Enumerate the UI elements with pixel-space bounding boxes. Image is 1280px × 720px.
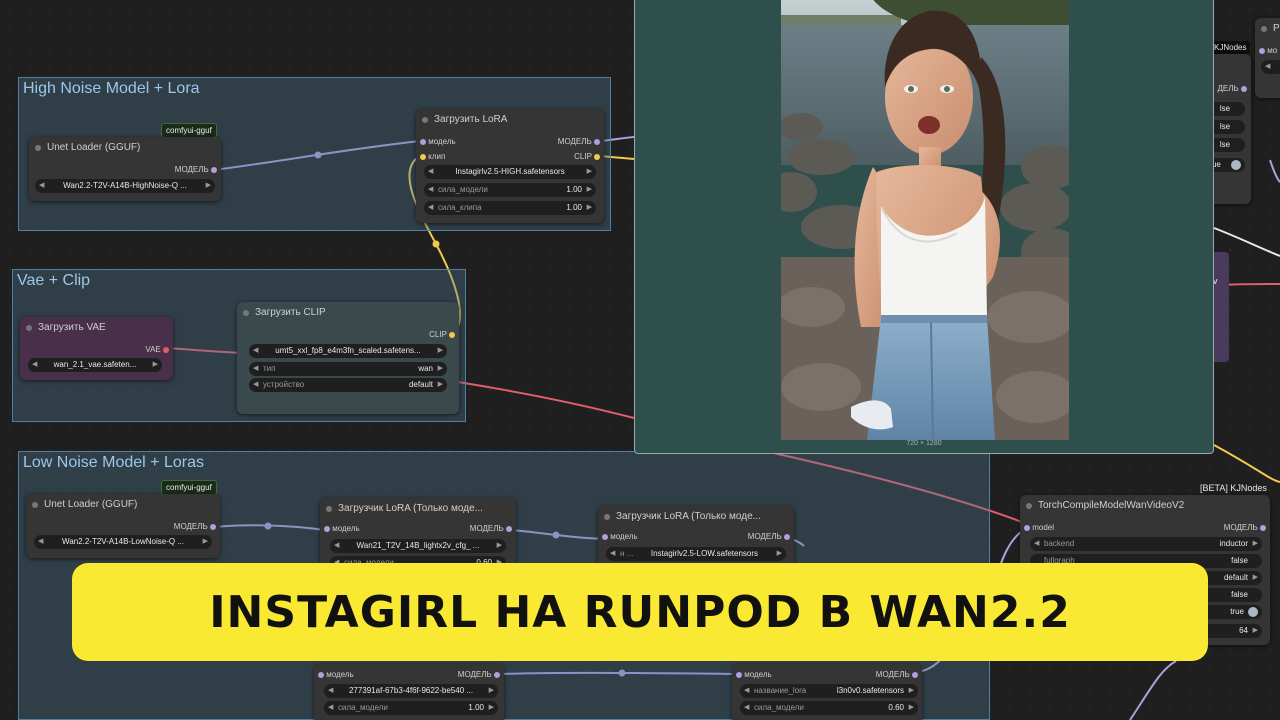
input-slot-model[interactable]: модель <box>602 532 638 541</box>
input-slot-model[interactable]: модель <box>420 137 456 146</box>
wire-clip-out-right <box>457 381 635 419</box>
lora-name-combo[interactable]: ◀ н ... Instagirlv2.5-LOW.safetensors ▶ <box>606 547 786 561</box>
node-title: Unet Loader (GGUF) <box>29 137 221 159</box>
node-title: Загрузчик LoRA (Только моде... <box>598 506 794 528</box>
unet-name-combo[interactable]: ◀ Wan2.2-T2V-A14B-HighNoise-Q ... ▶ <box>35 179 215 193</box>
node-title: P <box>1255 18 1280 40</box>
strength-clip-input[interactable]: ◀ сила_клипа 1.00 ▶ <box>424 201 596 215</box>
unet-loader-low-node[interactable]: Unet Loader (GGUF) МОДЕЛЬ ◀ Wan2.2-T2V-A1… <box>26 494 220 558</box>
output-slot-model[interactable]: МОДЕЛЬ <box>174 522 216 531</box>
node-title: Загрузить CLIP <box>237 302 459 324</box>
node-title: Загрузить VAE <box>20 317 173 339</box>
collapse-dot-icon[interactable] <box>326 506 332 512</box>
node-badge: comfyui-gguf <box>161 480 217 495</box>
load-lora-high-node[interactable]: Загрузить LoRA модель МОДЕЛЬ клип CLIP ◀… <box>416 109 604 223</box>
group-title: Low Noise Model + Loras <box>23 454 204 471</box>
lora-name-combo[interactable]: ◀ Wan21_T2V_14B_lightx2v_cfg_ ... ▶ <box>330 539 506 553</box>
load-vae-node[interactable]: Загрузить VAE VAE ◀ wan_2.1_vae.safeten..… <box>20 317 173 380</box>
wire-right-pink <box>1219 283 1280 286</box>
output-slot-model[interactable]: МОДЕЛЬ <box>175 165 217 174</box>
input-slot-model[interactable]: модель <box>318 670 354 679</box>
lora-name-combo[interactable]: ◀ Instagirlv2.5-HIGH.safetensors ▶ <box>424 165 596 179</box>
partial-combo[interactable]: ◀ <box>1261 60 1280 74</box>
banner-text: INSTAGIRL НА RUNPOD В WAN2.2 <box>209 586 1071 638</box>
collapse-dot-icon[interactable] <box>1026 503 1032 509</box>
collapse-dot-icon[interactable] <box>32 502 38 508</box>
output-slot-model[interactable]: МОДЕЛЬ <box>558 137 600 146</box>
clip-type-combo[interactable]: ◀ тип wan ▶ <box>249 362 447 376</box>
wire-right-purple <box>1269 159 1280 183</box>
lora-name-combo[interactable]: ◀ 277391af-67b3-4f6f-9622-be540 ... ▶ <box>324 684 498 698</box>
collapse-dot-icon[interactable] <box>26 325 32 331</box>
collapse-dot-icon[interactable] <box>604 514 610 520</box>
output-slot-model[interactable]: ДЕЛЬ <box>1218 84 1247 93</box>
clip-name-combo[interactable]: ◀ umt5_xxl_fp8_e4m3fn_scaled.safetens... ▶ <box>249 344 447 358</box>
load-clip-node[interactable]: Загрузить CLIP CLIP ◀ umt5_xxl_fp8_e4m3fn… <box>237 302 459 414</box>
title-banner: INSTAGIRL НА RUNPOD В WAN2.2 <box>72 563 1208 661</box>
input-slot-model[interactable]: модель <box>736 670 772 679</box>
node-graph-canvas[interactable]: High Noise Model + Lora Vae + Clip Low N… <box>0 0 1280 720</box>
output-slot-clip[interactable]: CLIP <box>574 152 600 161</box>
output-slot-vae[interactable]: VAE <box>145 345 169 354</box>
node-title: Загрузить LoRA <box>416 109 604 131</box>
group-title: High Noise Model + Lora <box>23 80 200 97</box>
input-slot-clip[interactable]: клип <box>420 152 445 161</box>
node-title: Unet Loader (GGUF) <box>26 494 220 516</box>
partial-node-far-right[interactable]: P мо ◀ <box>1255 18 1280 98</box>
input-slot-model[interactable]: модель <box>324 524 360 533</box>
node-badge: KJNodes <box>1210 41 1251 54</box>
clip-device-combo[interactable]: ◀ устройство default ▶ <box>249 378 447 392</box>
lora-model-only-node-2[interactable]: Загрузчик LoRA (Только моде... модель МО… <box>598 506 794 568</box>
input-slot-model[interactable]: model <box>1024 523 1054 532</box>
preview-dimensions: 720 × 1280 <box>906 440 942 447</box>
collapse-dot-icon[interactable] <box>35 145 41 151</box>
output-slot-model[interactable]: МОДЕЛЬ <box>470 524 512 533</box>
image-preview-node[interactable]: 720 × 1280 <box>634 0 1214 454</box>
preview-photo-illustration <box>781 0 1069 440</box>
output-slot-model[interactable]: МОДЕЛЬ <box>876 670 918 679</box>
arrow-right-icon: ▶ <box>205 182 211 189</box>
collapse-dot-icon[interactable] <box>1261 26 1267 32</box>
lora-name-combo[interactable]: ◀ название_lora l3n0v0.safetensors ▶ <box>740 684 918 698</box>
node-badge: comfyui-gguf <box>161 123 217 138</box>
lora-model-only-node-1[interactable]: Загрузчик LoRA (Только моде... модель МО… <box>320 498 516 570</box>
strength-model-input[interactable]: ◀сила_модели0.60▶ <box>740 701 918 715</box>
unet-loader-high-node[interactable]: Unet Loader (GGUF) МОДЕЛЬ ◀ Wan2.2-T2V-A1… <box>29 137 221 201</box>
node-badge: [BETA] KJNodes <box>1200 483 1267 493</box>
output-slot-model[interactable]: МОДЕЛЬ <box>458 670 500 679</box>
wire-reroute-dot <box>432 240 440 248</box>
output-slot-model[interactable]: МОДЕЛЬ <box>748 532 790 541</box>
strength-model-input[interactable]: ◀ сила_модели 1.00 ▶ <box>324 701 498 715</box>
wire-to-torch <box>1213 444 1280 483</box>
lora-model-only-node-3[interactable]: модель МОДЕЛЬ ◀ 277391af-67b3-4f6f-9622-b… <box>314 664 504 720</box>
group-title: Vae + Clip <box>17 272 91 289</box>
vae-name-combo[interactable]: ◀ wan_2.1_vae.safeten... ▶ <box>28 358 162 372</box>
output-slot-clip[interactable]: CLIP <box>429 330 455 339</box>
lora-model-only-node-4[interactable]: модель МОДЕЛЬ ◀ название_lora l3n0v0.safet… <box>732 664 922 720</box>
backend-combo[interactable]: ◀ backend inductor ▶ <box>1030 537 1262 551</box>
unet-name-combo[interactable]: ◀ Wan2.2-T2V-A14B-LowNoise-Q ... ▶ <box>34 535 212 549</box>
node-title: TorchCompileModelWanVideoV2 <box>1020 495 1270 517</box>
input-slot-model[interactable]: мо <box>1259 46 1277 55</box>
output-slot-model[interactable]: МОДЕЛЬ <box>1224 523 1266 532</box>
collapse-dot-icon[interactable] <box>243 310 249 316</box>
wire-torch-low <box>1129 660 1177 720</box>
arrow-left-icon: ◀ <box>39 182 45 189</box>
collapse-dot-icon[interactable] <box>422 117 428 123</box>
preview-image[interactable] <box>781 0 1069 440</box>
strength-model-input[interactable]: ◀ сила_модели 1.00 ▶ <box>424 183 596 197</box>
node-title: Загрузчик LoRA (Только моде... <box>320 498 516 520</box>
